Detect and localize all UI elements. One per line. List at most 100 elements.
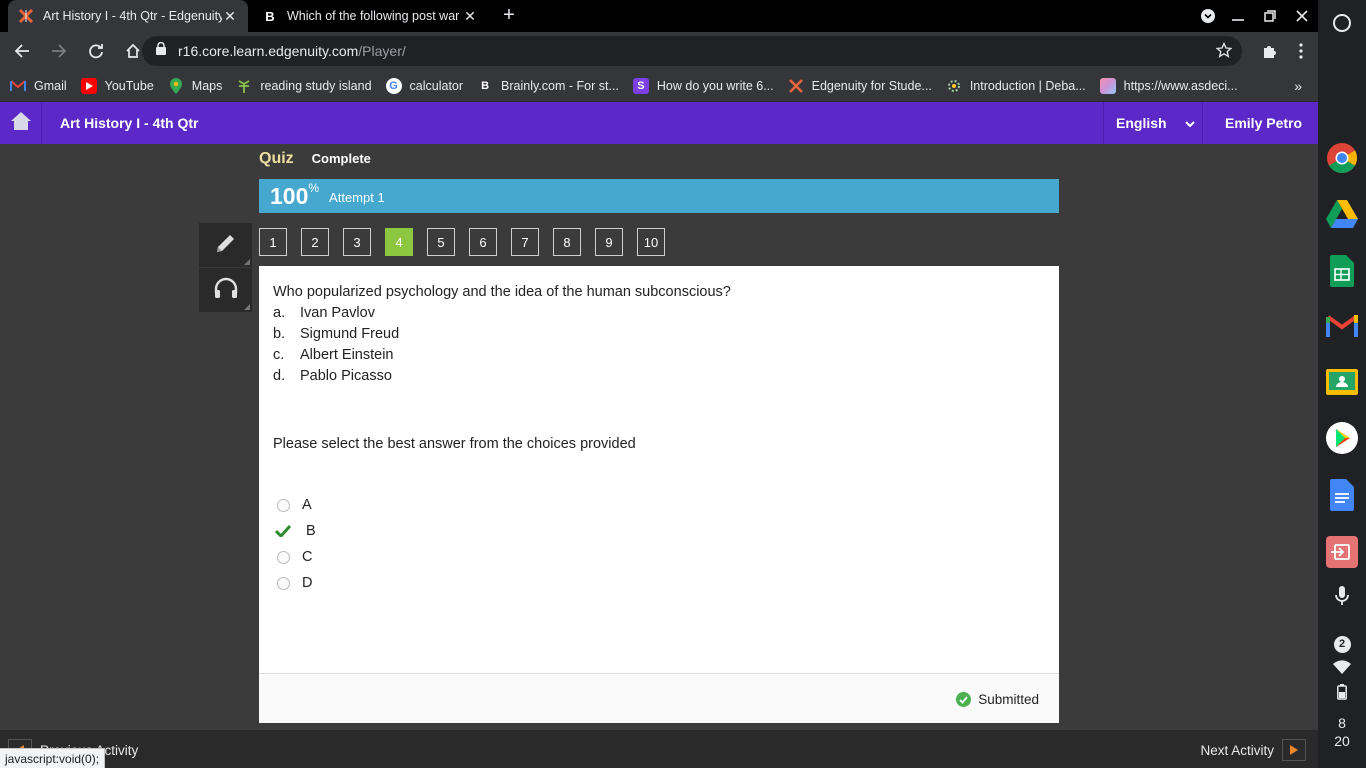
question-number-button[interactable]: 4 xyxy=(385,228,413,256)
option-text: Ivan Pavlov xyxy=(300,305,375,321)
headphones-icon xyxy=(213,277,239,304)
chevron-down-icon xyxy=(1184,115,1195,131)
course-title: Art History I - 4th Qtr xyxy=(60,115,199,131)
answer-choice[interactable]: B xyxy=(273,518,1045,544)
option-letter: b. xyxy=(273,326,286,342)
pencil-tool-button[interactable] xyxy=(199,223,252,268)
google-drive-icon[interactable] xyxy=(1326,198,1358,230)
tab-edgenuity[interactable]: Art History I - 4th Qtr - Edgenuity ✕ xyxy=(8,0,248,32)
question-number-button[interactable]: 6 xyxy=(469,228,497,256)
option-text: Albert Einstein xyxy=(300,347,394,363)
minimize-icon[interactable] xyxy=(1232,0,1244,32)
question-number-button[interactable]: 7 xyxy=(511,228,539,256)
answer-choice[interactable]: C xyxy=(273,544,1045,570)
google-icon: G xyxy=(385,77,402,94)
forward-icon[interactable] xyxy=(43,35,75,67)
bookmark-asdeci[interactable]: https://www.asdeci... xyxy=(1099,77,1238,94)
option-text: Sigmund Freud xyxy=(300,326,400,342)
bookmark-brainly[interactable]: B Brainly.com - For st... xyxy=(477,78,619,94)
app-header: Art History I - 4th Qtr English Emily Pe… xyxy=(0,102,1318,144)
question-number-button[interactable]: 2 xyxy=(301,228,329,256)
option-row: a. Ivan Pavlov xyxy=(273,305,1045,321)
bookmark-star-icon[interactable] xyxy=(1215,41,1233,63)
bookmark-debate[interactable]: Introduction | Deba... xyxy=(946,78,1086,94)
bookmark-study-island[interactable]: reading study island xyxy=(236,78,372,94)
play-store-icon[interactable] xyxy=(1326,422,1358,454)
question-number-button[interactable]: 10 xyxy=(637,228,665,256)
google-docs-icon[interactable] xyxy=(1326,479,1358,511)
activity-footer: Previous Activity Next Activity xyxy=(0,730,1318,768)
pencil-icon xyxy=(214,231,238,260)
reload-icon[interactable] xyxy=(80,35,112,67)
browser-window: Art History I - 4th Qtr - Edgenuity ✕ B … xyxy=(0,0,1318,768)
google-classroom-icon[interactable] xyxy=(1326,366,1358,398)
question-number-button[interactable]: 5 xyxy=(427,228,455,256)
question-navigator: 1 2 3 4 5 6 7 8 9 10 xyxy=(259,228,679,256)
bookmark-socratic[interactable]: S How do you write 6... xyxy=(632,77,774,94)
attempt-label: Attempt 1 xyxy=(329,190,385,205)
chevron-double-right-icon[interactable]: » xyxy=(1294,78,1302,94)
quiz-header: Quiz Complete xyxy=(259,150,371,168)
bookmark-maps[interactable]: Maps xyxy=(168,77,222,94)
address-bar[interactable]: r16.core.learn.edgenuity.com/Player/ xyxy=(142,36,1242,66)
back-icon[interactable] xyxy=(6,35,38,67)
radio-button[interactable] xyxy=(277,550,290,564)
tool-corner xyxy=(244,304,250,310)
question-text: Who popularized psychology and the idea … xyxy=(273,284,731,300)
question-number-button[interactable]: 3 xyxy=(343,228,371,256)
tool-corner xyxy=(244,259,250,265)
status-url-bubble: javascript:void(0); xyxy=(0,748,106,768)
gmail-icon xyxy=(10,78,26,94)
option-row: b. Sigmund Freud xyxy=(273,326,1045,342)
brainly-icon: B xyxy=(481,79,490,92)
arrow-right-icon xyxy=(1282,739,1306,761)
question-number-button[interactable]: 8 xyxy=(553,228,581,256)
user-name[interactable]: Emily Petro xyxy=(1225,115,1302,131)
menu-kebab-icon[interactable] xyxy=(1285,35,1317,67)
restore-icon[interactable] xyxy=(1264,0,1276,32)
google-sheets-icon[interactable] xyxy=(1326,255,1358,287)
chrome-icon[interactable] xyxy=(1326,142,1358,174)
exit-app-icon[interactable] xyxy=(1326,536,1358,568)
socratic-icon: S xyxy=(632,77,649,94)
gmail-app-icon[interactable] xyxy=(1326,309,1358,341)
microphone-icon[interactable] xyxy=(1326,580,1358,612)
launcher-icon[interactable] xyxy=(1326,7,1358,39)
tab-brainly[interactable]: B Which of the following post war ✕ xyxy=(252,0,488,32)
youtube-icon xyxy=(80,77,97,94)
option-letter: c. xyxy=(273,347,285,363)
audio-tool-button[interactable] xyxy=(199,268,252,313)
system-clock[interactable]: 8 20 xyxy=(1318,714,1366,750)
bookmark-gmail[interactable]: Gmail xyxy=(10,78,67,94)
new-tab-button[interactable]: + xyxy=(498,5,520,27)
bookmark-youtube[interactable]: YouTube xyxy=(80,77,154,94)
question-footer: Submitted xyxy=(259,673,1059,723)
answer-choices: ABCD xyxy=(273,492,1045,596)
tab-title: Which of the following post war xyxy=(287,9,460,23)
next-activity-button[interactable]: Next Activity xyxy=(1200,739,1306,761)
radio-button[interactable] xyxy=(277,498,290,512)
close-tab-icon[interactable]: ✕ xyxy=(222,8,238,25)
check-circle-icon xyxy=(956,692,972,707)
score-bar: 100% Attempt 1 xyxy=(259,179,1059,213)
answer-choice[interactable]: A xyxy=(273,492,1045,518)
bookmark-calculator[interactable]: G calculator xyxy=(385,77,463,94)
maps-icon xyxy=(168,77,184,94)
checkmark-icon[interactable] xyxy=(275,525,293,537)
edgenuity-x-icon xyxy=(18,8,34,24)
extensions-puzzle-icon[interactable] xyxy=(1253,35,1285,67)
answer-label: D xyxy=(302,575,313,591)
brainly-b-icon: B xyxy=(265,8,275,24)
close-tab-icon[interactable]: ✕ xyxy=(462,8,478,25)
close-window-icon[interactable] xyxy=(1296,0,1308,32)
question-number-button[interactable]: 9 xyxy=(595,228,623,256)
question-number-button[interactable]: 1 xyxy=(259,228,287,256)
bookmark-edgenuity[interactable]: Edgenuity for Stude... xyxy=(788,78,932,94)
browser-toolbar: r16.core.learn.edgenuity.com/Player/ xyxy=(0,32,1318,70)
tab-search-icon[interactable] xyxy=(1200,0,1216,32)
radio-button[interactable] xyxy=(277,576,290,590)
answer-choice[interactable]: D xyxy=(273,570,1045,596)
answer-label: C xyxy=(302,549,313,565)
language-select[interactable]: English xyxy=(1103,102,1203,144)
home-button[interactable] xyxy=(0,102,42,144)
